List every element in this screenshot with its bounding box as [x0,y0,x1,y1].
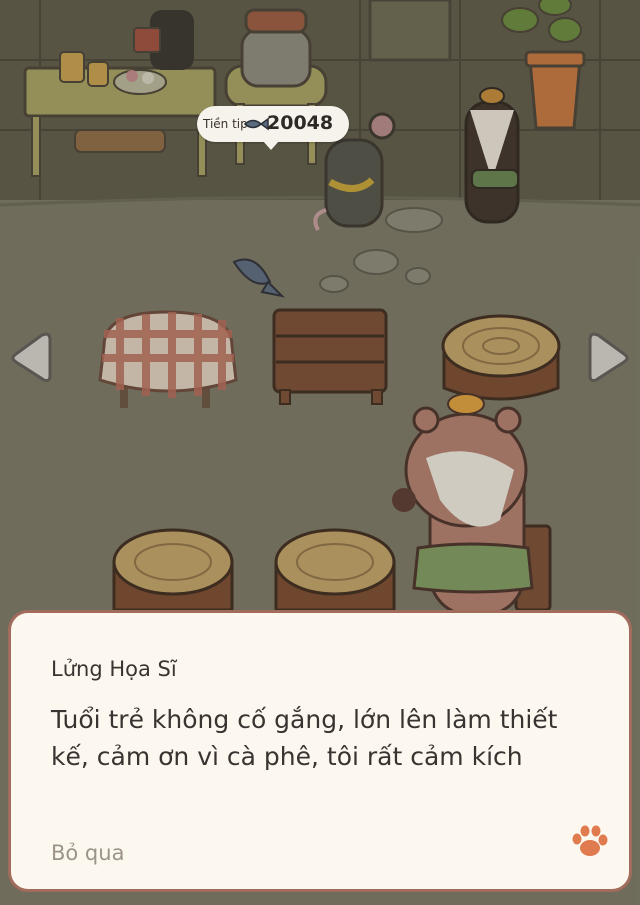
paw-icon[interactable] [569,821,609,861]
dialog-text: Tuổi trẻ không cố gắng, lớn lên làm thiế… [51,701,611,775]
dialog-box[interactable]: Lửng Họa Sĩ Tuổi trẻ không cố gắng, lớn … [8,610,632,892]
dialog-text-line-2: kế, cảm ơn vì cà phê, tôi rất cảm kích [51,742,523,771]
tip-counter: Tiền tip 20048 [197,106,349,150]
arrow-right-icon [588,332,629,382]
skip-button[interactable]: Bỏ qua [51,841,124,865]
fish-icon [243,117,269,131]
speaker-name: Lửng Họa Sĩ [51,657,177,681]
arrow-left-icon [11,332,52,382]
nav-left-button[interactable] [10,330,52,386]
dialog-text-line-1: Tuổi trẻ không cố gắng, lớn lên làm thiế… [51,705,558,734]
tip-value: 20048 [267,112,334,134]
tip-label: Tiền tip [203,117,248,131]
nav-right-button[interactable] [588,330,630,386]
